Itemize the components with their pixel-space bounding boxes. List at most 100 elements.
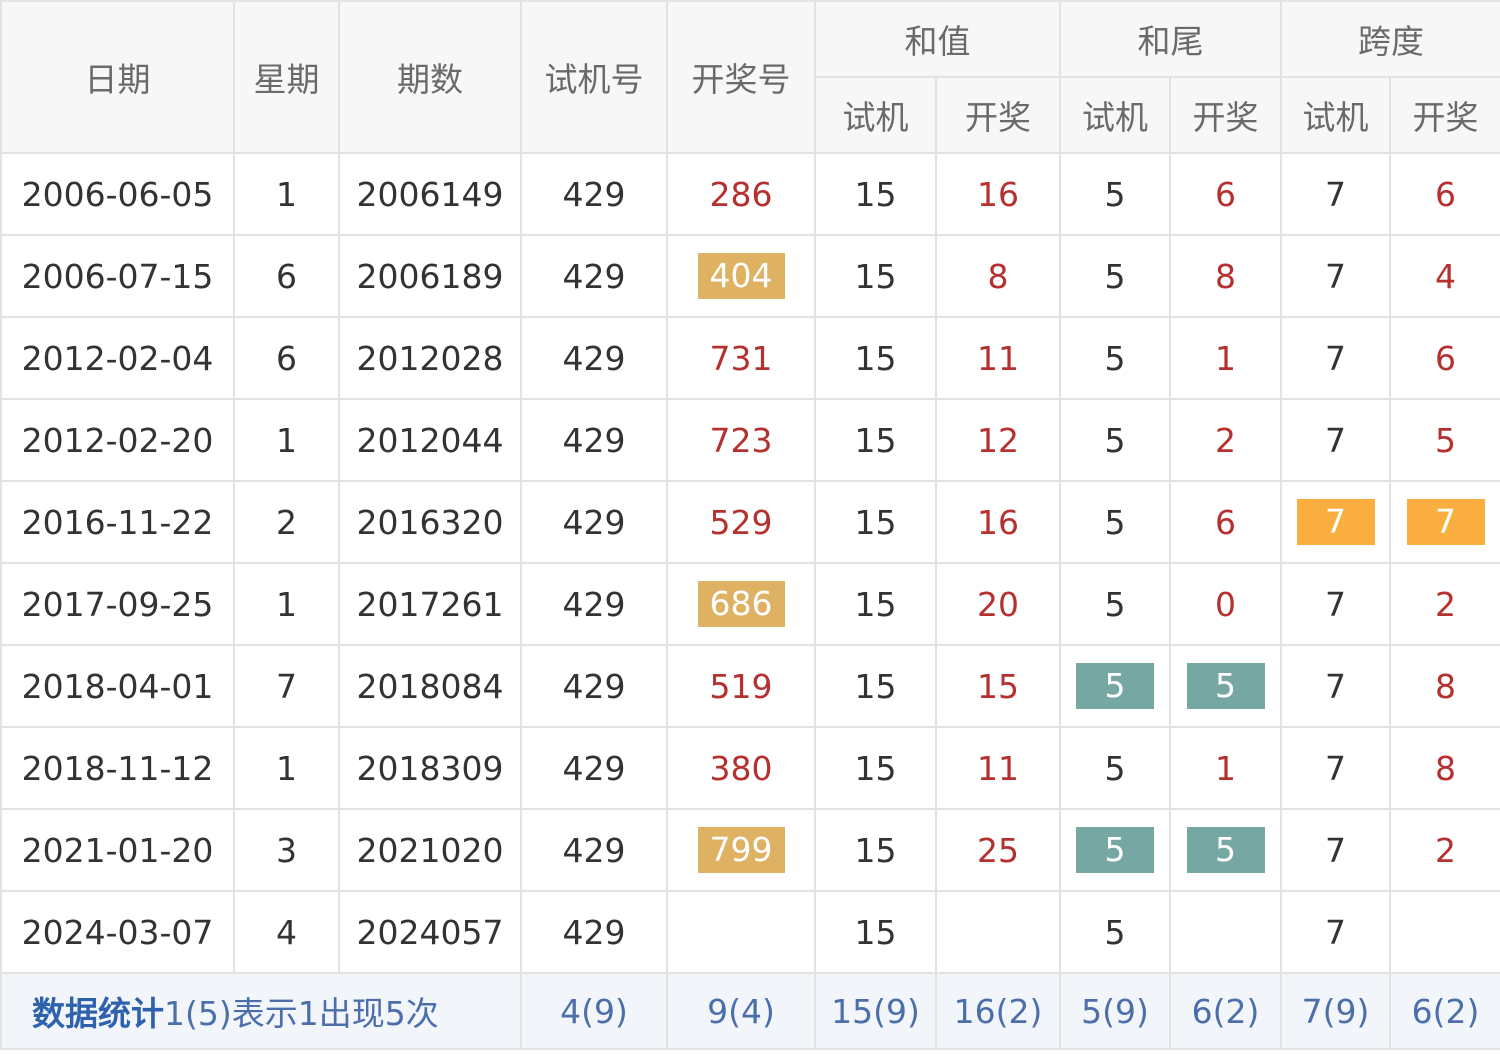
cell-issue: 2006149	[338, 152, 522, 236]
cell-draw-number: 731	[666, 316, 816, 400]
stats-tail-trial: 5(9)	[1059, 972, 1171, 1050]
cell-issue: 2012028	[338, 316, 522, 400]
table-row: 2021-01-20 3 2021020 429 799 15 25 5 5 7 2	[0, 808, 1500, 892]
cell-span-trial: 7	[1280, 152, 1391, 236]
cell-date: 2018-11-12	[0, 726, 235, 810]
cell-weekday: 1	[233, 152, 340, 236]
cell-draw-number: 686	[666, 562, 816, 646]
table-row: 2024-03-07 4 2024057 429 15 5 7	[0, 890, 1500, 974]
cell-date: 2024-03-07	[0, 890, 235, 974]
highlight-badge: 5	[1186, 827, 1265, 873]
cell-tail-trial: 5	[1059, 726, 1171, 810]
cell-weekday: 6	[233, 234, 340, 318]
cell-issue: 2016320	[338, 480, 522, 564]
stats-title: 数据统计	[32, 994, 164, 1033]
col-header-tail-draw: 开奖	[1169, 76, 1282, 154]
cell-sum-trial: 15	[814, 398, 937, 482]
col-header-tail-trial: 试机	[1059, 76, 1171, 154]
cell-weekday: 2	[233, 480, 340, 564]
cell-sum-draw: 16	[935, 152, 1061, 236]
cell-trial-number: 429	[520, 644, 668, 728]
cell-issue: 2021020	[338, 808, 522, 892]
cell-span-draw: 5	[1389, 398, 1500, 482]
cell-date: 2017-09-25	[0, 562, 235, 646]
highlight-badge: 5	[1186, 663, 1265, 709]
cell-tail-trial: 5	[1059, 562, 1171, 646]
cell-tail-trial: 5	[1059, 152, 1171, 236]
highlight-badge: 5	[1076, 827, 1154, 873]
cell-trial-number: 429	[520, 398, 668, 482]
cell-issue: 2018084	[338, 644, 522, 728]
stats-span-trial: 7(9)	[1280, 972, 1391, 1050]
cell-date: 2018-04-01	[0, 644, 235, 728]
col-group-sum: 和值	[814, 0, 1061, 78]
cell-tail-draw: 5	[1169, 644, 1282, 728]
cell-sum-trial: 15	[814, 480, 937, 564]
cell-draw-number	[666, 890, 816, 974]
cell-issue: 2012044	[338, 398, 522, 482]
table-row: 2006-06-05 1 2006149 429 286 15 16 5 6 7 6	[0, 152, 1500, 236]
col-header-trial-number: 试机号	[520, 0, 668, 154]
cell-sum-draw	[935, 890, 1061, 974]
cell-span-trial: 7	[1280, 562, 1391, 646]
cell-tail-draw: 2	[1169, 398, 1282, 482]
cell-issue: 2018309	[338, 726, 522, 810]
cell-trial-number: 429	[520, 808, 668, 892]
col-header-sum-trial: 试机	[814, 76, 937, 154]
cell-weekday: 3	[233, 808, 340, 892]
cell-tail-draw: 0	[1169, 562, 1282, 646]
cell-sum-draw: 12	[935, 398, 1061, 482]
cell-date: 2021-01-20	[0, 808, 235, 892]
cell-sum-draw: 11	[935, 726, 1061, 810]
cell-trial-number: 429	[520, 152, 668, 236]
cell-weekday: 1	[233, 398, 340, 482]
cell-trial-number: 429	[520, 480, 668, 564]
stats-trial: 4(9)	[520, 972, 668, 1050]
cell-issue: 2024057	[338, 890, 522, 974]
cell-sum-draw: 11	[935, 316, 1061, 400]
cell-trial-number: 429	[520, 726, 668, 810]
col-header-date: 日期	[0, 0, 235, 154]
stats-span-draw: 6(2)	[1389, 972, 1500, 1050]
cell-date: 2006-06-05	[0, 152, 235, 236]
cell-span-draw: 4	[1389, 234, 1500, 318]
cell-span-draw: 8	[1389, 644, 1500, 728]
highlight-badge: 7	[1296, 499, 1375, 545]
cell-sum-trial: 15	[814, 644, 937, 728]
cell-span-trial: 7	[1280, 726, 1391, 810]
table-row: 2012-02-20 1 2012044 429 723 15 12 5 2 7 5	[0, 398, 1500, 482]
table-row: 2006-07-15 6 2006189 429 404 15 8 5 8 7 4	[0, 234, 1500, 318]
cell-draw-number: 799	[666, 808, 816, 892]
cell-draw-number: 380	[666, 726, 816, 810]
cell-span-trial: 7	[1280, 808, 1391, 892]
cell-issue: 2017261	[338, 562, 522, 646]
col-group-span: 跨度	[1280, 0, 1500, 78]
cell-span-draw: 6	[1389, 316, 1500, 400]
cell-issue: 2006189	[338, 234, 522, 318]
stats-draw: 9(4)	[666, 972, 816, 1050]
header-row-main: 日期 星期 期数 试机号 开奖号 和值 和尾 跨度	[0, 0, 1500, 154]
cell-sum-draw: 20	[935, 562, 1061, 646]
cell-tail-trial: 5	[1059, 480, 1171, 564]
cell-span-trial: 7	[1280, 316, 1391, 400]
table-row: 2018-11-12 1 2018309 429 380 15 11 5 1 7 8	[0, 726, 1500, 810]
table-row: 2012-02-04 6 2012028 429 731 15 11 5 1 7 6	[0, 316, 1500, 400]
cell-draw-number: 286	[666, 152, 816, 236]
highlight-badge: 686	[697, 581, 785, 627]
cell-draw-number: 404	[666, 234, 816, 318]
cell-sum-trial: 15	[814, 316, 937, 400]
cell-tail-draw: 6	[1169, 480, 1282, 564]
stats-sum-trial: 15(9)	[814, 972, 937, 1050]
cell-sum-draw: 16	[935, 480, 1061, 564]
col-header-draw-number: 开奖号	[666, 0, 816, 154]
table-row: 2018-04-01 7 2018084 429 519 15 15 5 5 7 8	[0, 644, 1500, 728]
cell-trial-number: 429	[520, 890, 668, 974]
lottery-history-table: 日期 星期 期数 试机号 开奖号 和值 和尾 跨度 试机 开奖 试机 开奖 试机…	[0, 0, 1500, 1050]
cell-draw-number: 519	[666, 644, 816, 728]
cell-sum-trial: 15	[814, 562, 937, 646]
cell-sum-trial: 15	[814, 234, 937, 318]
cell-trial-number: 429	[520, 234, 668, 318]
cell-sum-trial: 15	[814, 890, 937, 974]
cell-date: 2012-02-20	[0, 398, 235, 482]
cell-span-draw: 2	[1389, 562, 1500, 646]
